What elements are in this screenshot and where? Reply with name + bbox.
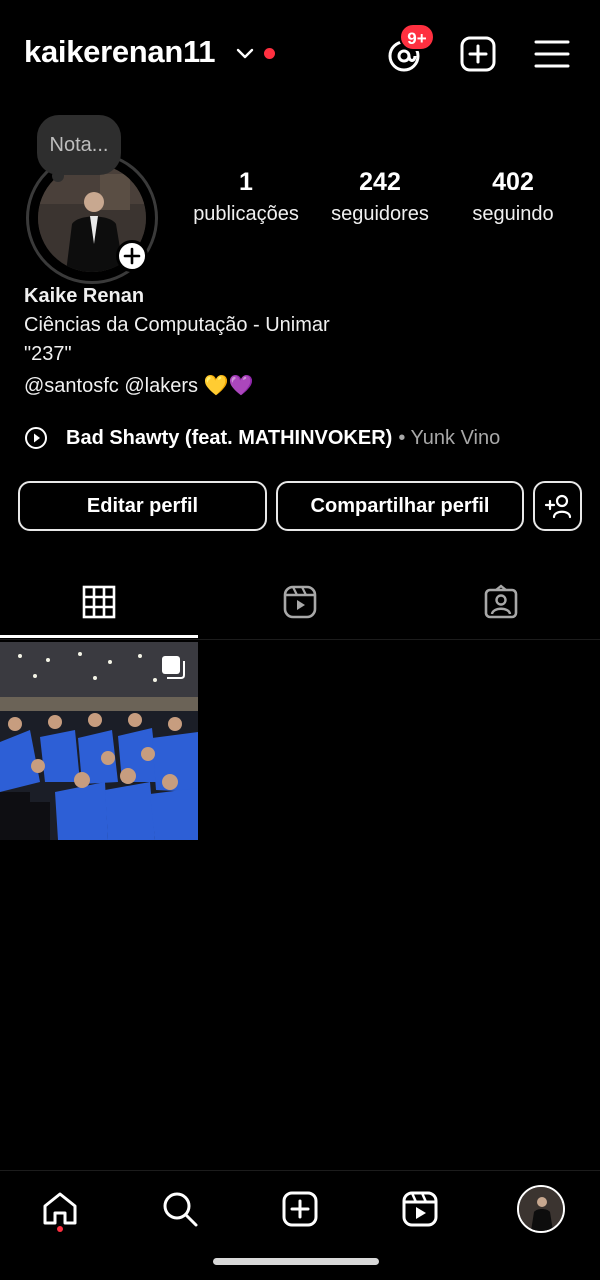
edit-profile-button[interactable]: Editar perfil bbox=[18, 481, 267, 531]
add-person-icon bbox=[544, 494, 571, 519]
stat-following-count: 402 bbox=[492, 168, 534, 196]
top-bar: kaikerenan11 9+ bbox=[0, 0, 600, 110]
unread-dot bbox=[264, 48, 275, 59]
discover-people-button[interactable] bbox=[533, 481, 582, 531]
stat-followers[interactable]: 242 seguidores bbox=[322, 168, 438, 226]
bio-line: Ciências da Computação - Unimar bbox=[24, 314, 330, 336]
play-circle-icon bbox=[25, 427, 47, 449]
stat-following-label: seguindo bbox=[472, 203, 554, 225]
profile-music[interactable]: Bad Shawty (feat. MATHINVOKER) • Yunk Vi… bbox=[24, 424, 500, 452]
note-bubble[interactable]: Nota... bbox=[37, 115, 121, 175]
bio-line-mentions[interactable]: @santosfc @lakers 💛💜 bbox=[24, 373, 253, 398]
search-icon[interactable] bbox=[160, 1189, 200, 1229]
stat-following[interactable]: 402 seguindo bbox=[458, 168, 568, 226]
music-artist: • Yunk Vino bbox=[398, 426, 501, 449]
multiple-images-icon bbox=[162, 656, 185, 679]
bio-line: "237" bbox=[24, 343, 72, 365]
share-profile-button[interactable]: Compartilhar perfil bbox=[276, 481, 524, 531]
create-post-icon[interactable] bbox=[458, 34, 498, 74]
post-thumbnail[interactable] bbox=[0, 642, 198, 840]
home-icon[interactable] bbox=[40, 1189, 80, 1229]
music-title: Bad Shawty (feat. MATHINVOKER) bbox=[66, 426, 393, 449]
stat-posts-count: 1 bbox=[239, 168, 253, 196]
chevron-down-icon[interactable] bbox=[234, 42, 256, 64]
stat-posts[interactable]: 1 publicações bbox=[188, 168, 304, 226]
stat-followers-count: 242 bbox=[359, 168, 401, 196]
gesture-bar bbox=[213, 1258, 379, 1265]
reels-icon[interactable] bbox=[282, 584, 318, 620]
stat-posts-label: publicações bbox=[193, 203, 299, 225]
home-notification-dot bbox=[57, 1226, 63, 1232]
note-bubble-tail bbox=[52, 170, 64, 182]
menu-icon[interactable] bbox=[532, 34, 572, 74]
tagged-icon[interactable] bbox=[483, 584, 519, 620]
notification-badge: 9+ bbox=[399, 23, 435, 51]
active-tab-indicator bbox=[0, 635, 198, 638]
account-switcher-username[interactable]: kaikerenan11 bbox=[24, 34, 215, 70]
reels-icon[interactable] bbox=[400, 1189, 440, 1229]
grid-icon[interactable] bbox=[81, 584, 117, 620]
profile-tabs bbox=[0, 570, 600, 640]
profile-nav-avatar[interactable] bbox=[517, 1185, 565, 1233]
profile-name: Kaike Renan bbox=[24, 285, 145, 307]
create-icon[interactable] bbox=[280, 1189, 320, 1229]
stat-followers-label: seguidores bbox=[331, 203, 429, 225]
add-story-icon[interactable] bbox=[116, 240, 148, 272]
